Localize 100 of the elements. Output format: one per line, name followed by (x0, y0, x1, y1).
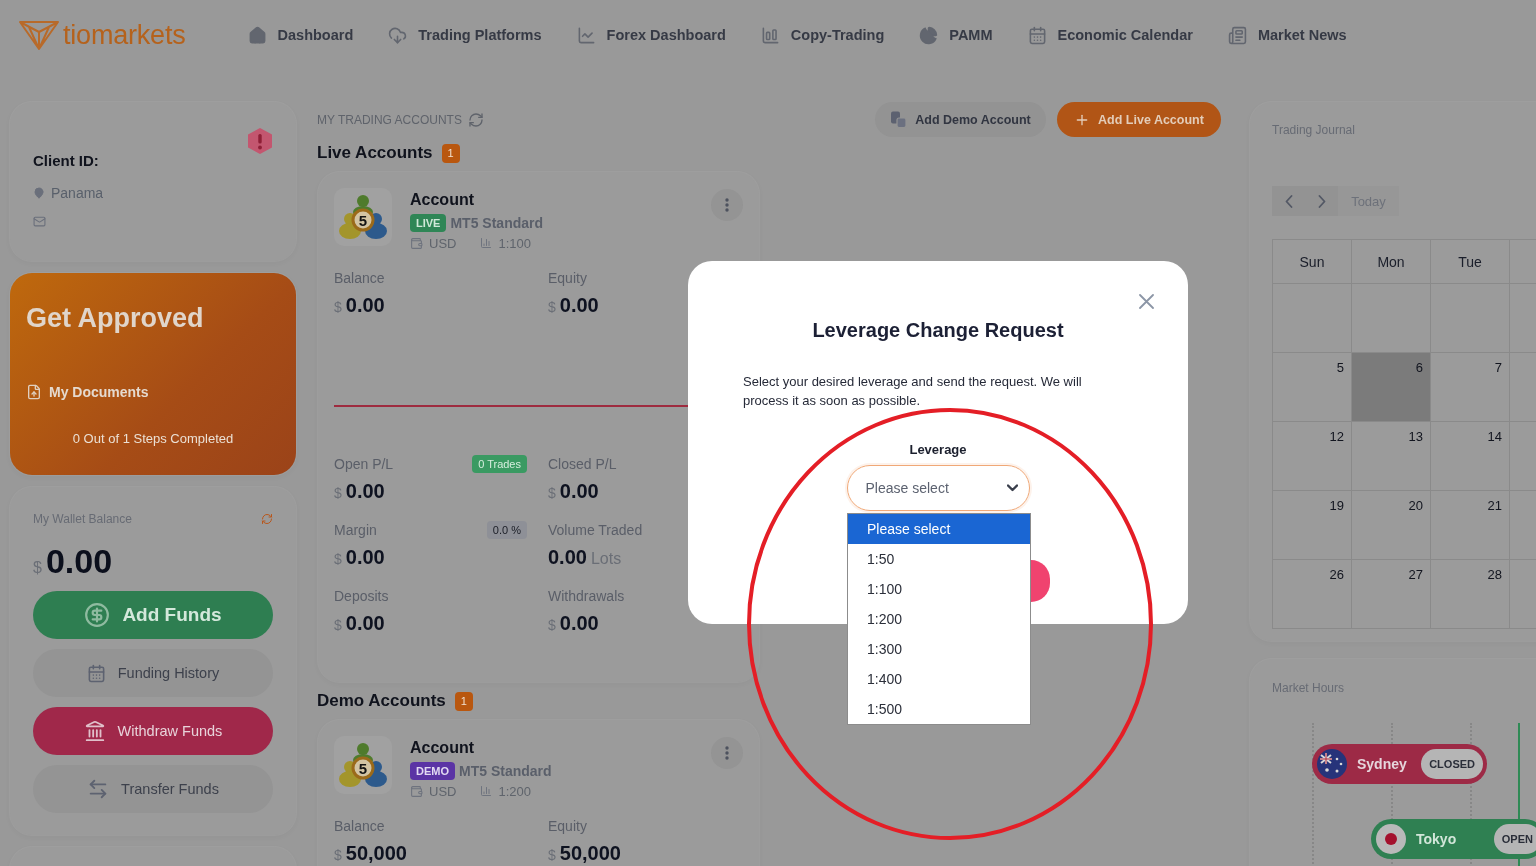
logo-icon (18, 19, 60, 51)
amount-value: 0.00 (548, 545, 587, 569)
progress-text: 0 Out of 1 Steps Completed (71, 431, 235, 447)
refresh-button[interactable] (261, 513, 273, 525)
previous-button[interactable] (1272, 186, 1305, 216)
currency-symbol: $ (33, 559, 42, 577)
account-currency: USD (429, 235, 457, 251)
calendar-icon (86, 663, 106, 683)
action-button[interactable] (1031, 560, 1050, 602)
stat-label: Volume Traded (548, 522, 643, 538)
account-name: Account (410, 738, 475, 758)
bar-chart-icon (760, 25, 780, 45)
session-status: CLOSED (1421, 749, 1483, 779)
amount-value: 50,000 (345, 841, 407, 865)
documents-link[interactable]: My Documents (26, 383, 149, 401)
chevron-down-icon (1006, 484, 1018, 492)
calendar-day-cell: 7 (1431, 353, 1510, 422)
flag-icon (1317, 749, 1347, 779)
line-chart-icon (576, 25, 596, 45)
client-id-label: Client ID: (33, 152, 99, 169)
account-leverage: 1:100 (498, 235, 531, 251)
more-menu-button[interactable] (711, 189, 743, 221)
chevron-right-icon (1317, 194, 1326, 208)
calendar-day-cell: 21 (1431, 491, 1510, 560)
bar-chart-icon (480, 785, 493, 797)
flag-icon (1376, 824, 1406, 854)
location-text: Panama (51, 185, 104, 201)
amount-value: 0.00 (345, 611, 385, 635)
wallet-balance: 0.00 (45, 541, 113, 581)
calendar-day-cell: 12 (1273, 422, 1352, 491)
add-live-account-button[interactable]: Add Live Account (1057, 102, 1221, 137)
nav-link[interactable]: PAMM (919, 25, 993, 45)
close-icon (1139, 294, 1154, 309)
calendar-icon (1027, 25, 1047, 45)
calendar-day-cell: 19 (1273, 491, 1352, 560)
account-type-badge: LIVE (410, 213, 447, 232)
currency-symbol: $ (334, 617, 342, 633)
account-plan: MT5 Standard (459, 762, 552, 779)
platform-logo: 5 (338, 740, 388, 790)
account-leverage: 1:200 (498, 783, 531, 799)
nav-link[interactable]: Economic Calendar (1027, 25, 1193, 45)
stat-label: Margin (334, 522, 377, 538)
funding-history-button[interactable]: Funding History (33, 649, 273, 697)
kebab-icon (725, 198, 729, 212)
stat-label: Equity (548, 270, 587, 286)
approval-title: Get Approved (26, 303, 205, 333)
group-title: Demo Accounts (317, 691, 446, 711)
city-name: Tokyo (1416, 831, 1457, 847)
more-menu-button[interactable] (711, 737, 743, 769)
wallet-icon (410, 236, 423, 250)
calendar-day-cell: 27 (1352, 560, 1431, 629)
stat-label: Deposits (334, 588, 389, 604)
group-title: Live Accounts (317, 143, 433, 163)
dropdown-option[interactable]: Please select (848, 514, 1030, 544)
dialog-message: Select your desired leverage and send the request. We will process it as soon as possible. (743, 373, 1083, 410)
chevron-left-icon (1284, 194, 1293, 208)
brand-logo-text: tiomarkets (63, 20, 186, 50)
nav-link[interactable]: Market News (1227, 25, 1347, 45)
nav-link[interactable]: Dashboard (247, 25, 354, 45)
add-demo-account-button[interactable]: Add Demo Account (875, 102, 1046, 137)
refresh-icon (261, 513, 273, 525)
account-name: Account (410, 190, 475, 210)
count-badge: 1 (454, 691, 473, 711)
calendar-day-cell: 28 (1431, 560, 1510, 629)
file-upload-icon (26, 384, 42, 400)
pie-chart-icon (919, 25, 939, 45)
nav-link[interactable]: Copy-Trading (760, 25, 885, 45)
alert-icon (247, 127, 273, 155)
amount-value: 0.00 (345, 479, 385, 503)
currency-symbol: $ (548, 299, 556, 315)
dollar-coin-icon (84, 602, 111, 628)
add-funds-button[interactable]: Add Funds (33, 591, 273, 639)
account-plan: MT5 Standard (450, 214, 544, 231)
transfer-funds-button[interactable]: Transfer Funds (33, 765, 273, 813)
currency-symbol: $ (548, 485, 556, 501)
next-button[interactable] (1305, 186, 1338, 216)
amount-value: 50,000 (559, 841, 621, 865)
currency-symbol: $ (548, 617, 556, 633)
platform-logo: 5 (338, 192, 388, 242)
amount-value: 0.00 (559, 293, 599, 317)
stat-label: Open P/L (334, 456, 394, 472)
amount-value: 0.00 (559, 611, 599, 635)
withdraw-funds-button[interactable]: Withdraw Funds (33, 707, 273, 755)
home-icon (247, 25, 267, 45)
city-name: Sydney (1357, 756, 1407, 772)
currency-symbol: $ (334, 299, 342, 315)
stat-label: Balance (334, 818, 385, 834)
location-pin-icon (33, 187, 45, 199)
session-status: OPEN (1493, 824, 1536, 854)
close-button[interactable] (1139, 294, 1154, 309)
dialog-title: Leverage Change Request (812, 318, 1064, 342)
stat-badge: 0 Trades (472, 455, 527, 473)
wallet-icon (410, 784, 423, 798)
nav-link[interactable]: Trading Platforms (388, 25, 542, 45)
stat-label: Closed P/L (548, 456, 617, 472)
nav-link[interactable]: Forex Dashboard (576, 25, 726, 45)
refresh-button[interactable] (467, 111, 484, 128)
account-type-badge: DEMO (410, 761, 455, 780)
cards-icon (890, 111, 908, 128)
mail-icon (33, 214, 46, 228)
